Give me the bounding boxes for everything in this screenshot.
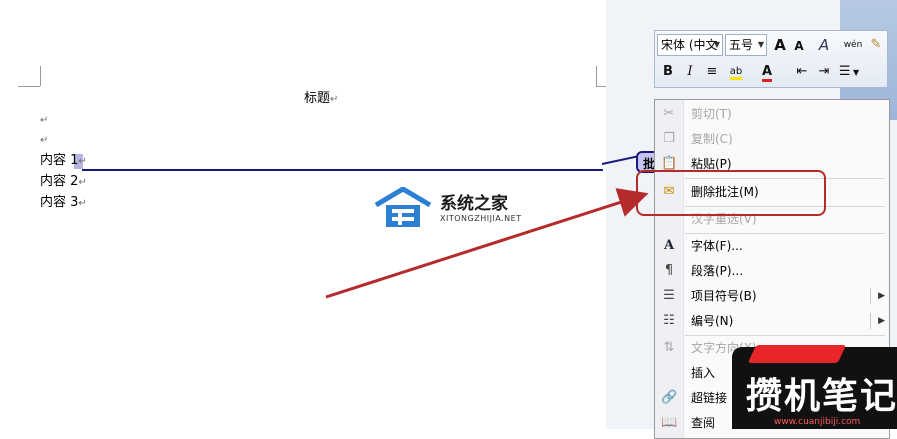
watermark-brand-name: 攒机笔记: [746, 376, 897, 417]
watermark-red-stripe: [747, 345, 847, 363]
watermark-cuanjibiji: 攒机笔记 www.cuanjibiji.com: [722, 345, 897, 429]
watermark-brand-url: www.cuanjibiji.com: [774, 417, 861, 427]
